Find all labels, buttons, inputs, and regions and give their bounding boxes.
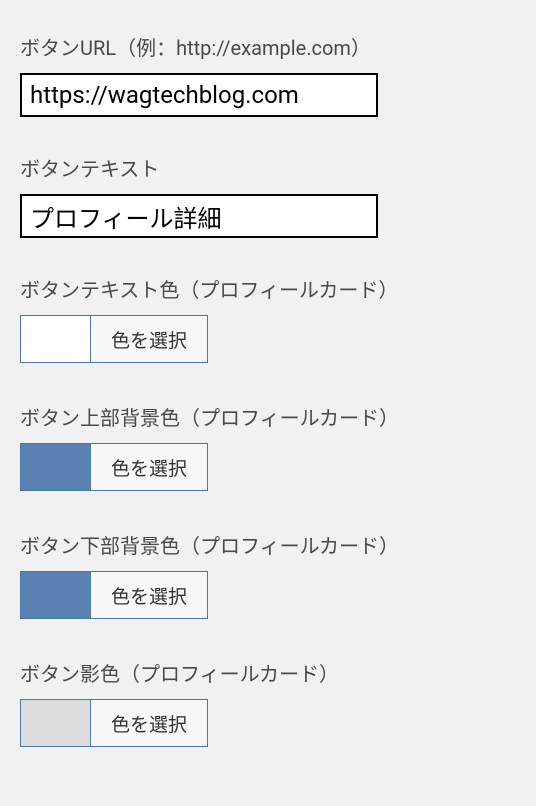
button-url-label: ボタンURL（例：http://example.com）	[20, 32, 516, 61]
bg-top-color-picker[interactable]: 色を選択	[20, 443, 208, 491]
text-color-swatch	[21, 316, 91, 362]
bg-top-color-button[interactable]: 色を選択	[91, 444, 207, 490]
bg-bottom-color-button[interactable]: 色を選択	[91, 572, 207, 618]
text-color-picker[interactable]: 色を選択	[20, 315, 208, 363]
shadow-color-button[interactable]: 色を選択	[91, 700, 207, 746]
text-color-label: ボタンテキスト色（プロフィールカード）	[20, 274, 516, 303]
bg-top-color-label: ボタン上部背景色（プロフィールカード）	[20, 402, 516, 431]
bg-bottom-color-label: ボタン下部背景色（プロフィールカード）	[20, 530, 516, 559]
shadow-color-label: ボタン影色（プロフィールカード）	[20, 658, 516, 687]
shadow-color-swatch	[21, 700, 91, 746]
bg-top-color-swatch	[21, 444, 91, 490]
button-text-label: ボタンテキスト	[20, 153, 516, 182]
shadow-color-picker[interactable]: 色を選択	[20, 699, 208, 747]
button-url-input[interactable]	[20, 73, 378, 117]
bg-bottom-color-picker[interactable]: 色を選択	[20, 571, 208, 619]
bg-bottom-color-swatch	[21, 572, 91, 618]
button-text-input[interactable]	[20, 194, 378, 238]
text-color-button[interactable]: 色を選択	[91, 316, 207, 362]
